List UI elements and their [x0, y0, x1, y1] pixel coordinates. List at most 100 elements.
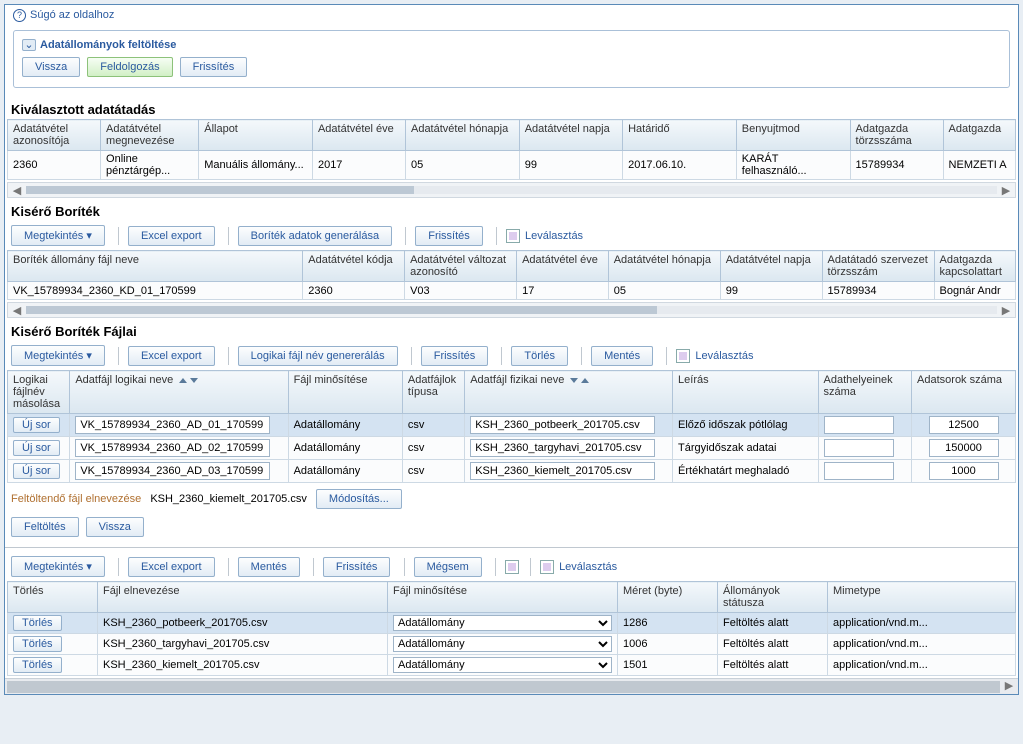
col-header[interactable]: Adatátvétel napja [720, 251, 822, 282]
col-header[interactable]: Adatátvétel megnevezése [101, 120, 199, 151]
files-grid: Logikai fájlnév másolása Adatfájl logika… [7, 370, 1016, 483]
newrow-button[interactable]: Új sor [13, 463, 60, 479]
col-header[interactable]: Fájl minősítése [288, 371, 402, 414]
excel-export-button[interactable]: Excel export [128, 346, 215, 366]
table-row[interactable]: Új sor Adatállomány csv Előző időszak pó… [8, 414, 1016, 437]
refresh-button[interactable]: Frissítés [323, 557, 391, 577]
detach-icon[interactable] [540, 560, 554, 574]
col-header[interactable]: Adatátadó szervezet törzsszám [822, 251, 934, 282]
col-header[interactable]: Adatsorok száma [912, 371, 1016, 414]
col-header[interactable]: Adatátvétel éve [517, 251, 609, 282]
col-header[interactable]: Adathelyeinek száma [818, 371, 912, 414]
detach-icon[interactable] [506, 229, 520, 243]
col-header[interactable]: Állapot [199, 120, 313, 151]
physical-name-input[interactable] [470, 439, 655, 457]
generate-envelope-button[interactable]: Boríték adatok generálása [238, 226, 392, 246]
col-header[interactable]: Adatátvétel éve [312, 120, 405, 151]
modify-button[interactable]: Módosítás... [316, 489, 402, 509]
col-header[interactable]: Állományok státusza [718, 582, 828, 613]
view-button[interactable]: Megtekintés ▾ [11, 345, 105, 366]
excel-export-button[interactable]: Excel export [128, 226, 215, 246]
process-button[interactable]: Feldolgozás [87, 57, 172, 77]
rowcount-input[interactable] [929, 462, 999, 480]
col-header[interactable]: Adatátvétel hónapja [608, 251, 720, 282]
table-row[interactable]: VK_15789934_2360_KD_01_170599 2360 V03 1… [8, 282, 1016, 300]
scroll-right-icon[interactable]: ▶ [1002, 679, 1016, 692]
col-header[interactable]: Boríték állomány fájl neve [8, 251, 303, 282]
col-header[interactable]: Adatgazda kapcsolattart [934, 251, 1015, 282]
back-button[interactable]: Vissza [86, 517, 144, 537]
cancel-button[interactable]: Mégsem [414, 557, 482, 577]
scroll-left-icon[interactable]: ◀ [8, 304, 26, 317]
col-header[interactable]: Adatátvétel változat azonosító [405, 251, 517, 282]
newrow-button[interactable]: Új sor [13, 440, 60, 456]
col-header[interactable]: Logikai fájlnév másolása [8, 371, 70, 414]
view-button[interactable]: Megtekintés ▾ [11, 556, 105, 577]
detach-button[interactable]: Leválasztás [559, 561, 617, 573]
help-link[interactable]: ?Súgó az oldalhoz [5, 5, 1018, 26]
delete-button[interactable]: Törlés [511, 346, 568, 366]
col-header[interactable]: Adatfájlok típusa [402, 371, 464, 414]
save-button[interactable]: Mentés [591, 346, 653, 366]
col-header[interactable]: Adatátvétel azonosítója [8, 120, 101, 151]
col-header[interactable]: Adatfájl logikai neve [70, 371, 288, 414]
logical-name-input[interactable] [75, 462, 270, 480]
generate-logical-name-button[interactable]: Logikai fájl név genererálás [238, 346, 398, 366]
detach-button[interactable]: Leválasztás [525, 230, 583, 242]
col-header[interactable]: Méret (byte) [618, 582, 718, 613]
qual-select[interactable]: Adatállomány [393, 636, 612, 652]
col-header[interactable]: Adatgazda törzsszáma [850, 120, 943, 151]
scroll-right-icon[interactable]: ▶ [997, 304, 1015, 317]
col-header[interactable]: Adatátvétel napja [519, 120, 622, 151]
physical-name-input[interactable] [470, 462, 655, 480]
loccount-input[interactable] [824, 462, 894, 480]
table-row[interactable]: Törlés KSH_2360_potbeerk_201705.csv Adat… [8, 613, 1016, 634]
view-button[interactable]: Megtekintés ▾ [11, 225, 105, 246]
logical-name-input[interactable] [75, 439, 270, 457]
physical-name-input[interactable] [470, 416, 655, 434]
logical-name-input[interactable] [75, 416, 270, 434]
hscroll[interactable]: ◀ ▶ [7, 182, 1016, 198]
loccount-input[interactable] [824, 416, 894, 434]
collapse-icon[interactable]: ⌄ [22, 39, 36, 51]
excel-export-button[interactable]: Excel export [128, 557, 215, 577]
table-row[interactable]: Törlés KSH_2360_kiemelt_201705.csv Adatá… [8, 655, 1016, 676]
col-header[interactable]: Törlés [8, 582, 98, 613]
back-button[interactable]: Vissza [22, 57, 80, 77]
qual-select[interactable]: Adatállomány [393, 657, 612, 673]
col-header[interactable]: Fájl elnevezése [98, 582, 388, 613]
col-header[interactable]: Határidő [623, 120, 737, 151]
detach-icon[interactable] [676, 349, 690, 363]
rowcount-input[interactable] [929, 416, 999, 434]
table-row[interactable]: 2360 Online pénztárgép... Manuális állom… [8, 151, 1016, 180]
refresh-button[interactable]: Frissítés [415, 226, 483, 246]
delete-row-button[interactable]: Törlés [13, 615, 62, 631]
col-header[interactable]: Leírás [673, 371, 818, 414]
rowcount-input[interactable] [929, 439, 999, 457]
col-header[interactable]: Benyujtmod [736, 120, 850, 151]
scroll-right-icon[interactable]: ▶ [997, 184, 1015, 197]
delete-row-button[interactable]: Törlés [13, 657, 62, 673]
delete-row-button[interactable]: Törlés [13, 636, 62, 652]
refresh-button[interactable]: Frissítés [180, 57, 248, 77]
col-header[interactable]: Adatfájl fizikai neve [465, 371, 673, 414]
upload-button[interactable]: Feltöltés [11, 517, 79, 537]
col-header[interactable]: Adatátvétel kódja [303, 251, 405, 282]
scroll-left-icon[interactable]: ◀ [8, 184, 26, 197]
qual-select[interactable]: Adatállomány [393, 615, 612, 631]
save-button[interactable]: Mentés [238, 557, 300, 577]
loccount-input[interactable] [824, 439, 894, 457]
hscroll[interactable]: ◀ ▶ [7, 302, 1016, 318]
outer-hscroll[interactable]: ▶ [5, 678, 1018, 694]
newrow-button[interactable]: Új sor [13, 417, 60, 433]
refresh-button[interactable]: Frissítés [421, 346, 489, 366]
detach-button[interactable]: Leválasztás [695, 350, 753, 362]
col-header[interactable]: Adatátvétel hónapja [405, 120, 519, 151]
col-header[interactable]: Adatgazda [943, 120, 1015, 151]
table-row[interactable]: Törlés KSH_2360_targyhavi_201705.csv Ada… [8, 634, 1016, 655]
table-row[interactable]: Új sor Adatállomány csv Értékhatárt megh… [8, 460, 1016, 483]
col-header[interactable]: Mimetype [828, 582, 1016, 613]
col-header[interactable]: Fájl minősítése [388, 582, 618, 613]
action-icon[interactable] [505, 560, 519, 574]
table-row[interactable]: Új sor Adatállomány csv Tárgyidőszak ada… [8, 437, 1016, 460]
